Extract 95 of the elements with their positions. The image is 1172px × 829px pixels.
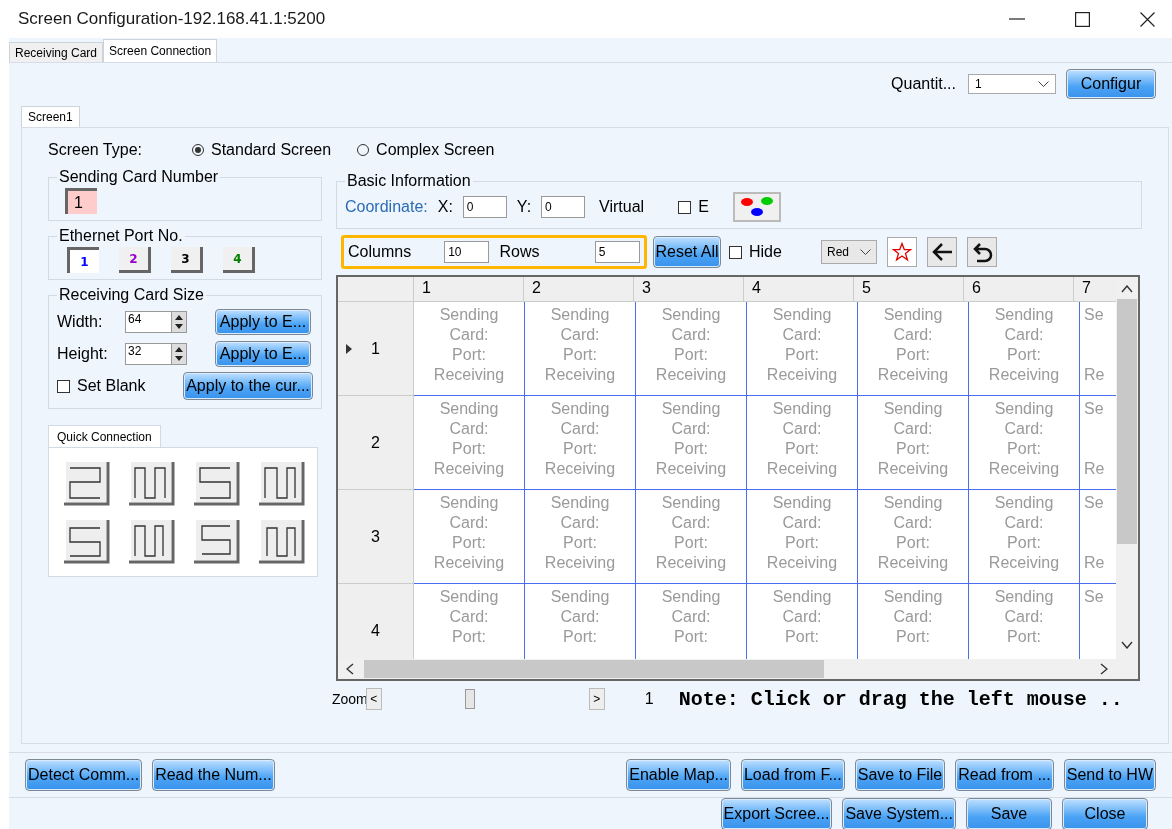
group-title: Sending Card Number — [58, 168, 220, 186]
height-label: Height: — [57, 345, 109, 363]
rows-input[interactable]: 5 — [594, 241, 640, 263]
row-header[interactable]: 3 — [338, 490, 414, 584]
port-button[interactable]: 4 — [223, 247, 255, 273]
coordinate-label: Coordinate: — [345, 198, 428, 216]
star-icon — [892, 242, 912, 262]
star-button[interactable] — [887, 237, 917, 267]
port-button[interactable]: 2 — [119, 247, 151, 273]
e-checkbox[interactable]: E — [678, 198, 709, 216]
undo-icon — [971, 241, 993, 263]
zoom-out-button[interactable]: < — [365, 688, 382, 710]
group-title: Receiving Card Size — [58, 286, 205, 304]
wiring-pattern-icon[interactable] — [256, 460, 305, 506]
footer-button[interactable]: Export Scree... — [720, 798, 833, 829]
quick-connection-tab[interactable]: Quick Connection — [48, 425, 161, 447]
row-header[interactable]: 4 — [338, 584, 414, 659]
color-dots-button[interactable] — [732, 192, 781, 222]
group-title: Ethernet Port No. — [58, 227, 184, 245]
vertical-scrollbar[interactable] — [1116, 277, 1138, 679]
action-button[interactable]: Read the Num... — [152, 759, 275, 791]
quantity-dropdown[interactable]: 1 — [968, 74, 1056, 94]
action-button[interactable]: Detect Comm... — [25, 759, 143, 791]
apply-button[interactable]: Apply to E... — [215, 309, 311, 335]
configure-button[interactable]: Configur — [1066, 69, 1156, 99]
tab[interactable]: Receiving Card — [9, 42, 104, 62]
footer-button[interactable]: Close — [1062, 798, 1148, 829]
column-header: 1 — [414, 277, 524, 301]
apply-current-button[interactable]: Apply to the cur... — [183, 372, 313, 400]
tab[interactable]: Screen Connection — [103, 39, 218, 62]
wiring-pattern-icon[interactable] — [126, 518, 175, 564]
rows-label: Rows — [499, 243, 541, 261]
spin-arrows-icon[interactable] — [171, 344, 186, 364]
column-header: 7 — [1081, 278, 1092, 298]
wiring-pattern-icon[interactable] — [126, 460, 175, 506]
chevron-down-icon — [860, 248, 871, 256]
x-input[interactable]: 0 — [462, 196, 507, 218]
spin-arrows-icon[interactable] — [171, 312, 186, 332]
window-title: Screen Configuration-192.168.41.1:5200 — [18, 9, 326, 29]
slider-thumb[interactable] — [464, 689, 475, 709]
screen-tab[interactable]: Screen1 — [21, 106, 80, 127]
left-arrow-icon — [931, 242, 953, 262]
color-dropdown[interactable]: Red — [821, 240, 877, 264]
y-label: Y: — [516, 198, 532, 216]
group-title: Basic Information — [346, 172, 472, 190]
sending-card-button[interactable]: 1 — [65, 188, 97, 214]
wiring-pattern-icon[interactable] — [191, 460, 240, 506]
port-button[interactable]: 1 — [67, 247, 99, 273]
wiring-pattern-icon[interactable] — [191, 518, 240, 564]
chevron-left-icon[interactable] — [346, 663, 354, 675]
hide-checkbox[interactable]: Hide — [729, 243, 815, 261]
file-button[interactable]: Enable Map... — [626, 759, 731, 791]
file-button[interactable]: Send to HW — [1063, 759, 1156, 791]
file-button[interactable]: Read from ... — [955, 759, 1054, 791]
footer-button[interactable]: Save — [966, 798, 1052, 829]
undo-button[interactable] — [967, 237, 997, 267]
columns-input[interactable]: 10 — [444, 241, 490, 263]
set-blank-checkbox[interactable]: Set Blank — [57, 377, 146, 395]
note-text: Note: Click or drag the left mouse .. — [678, 687, 1123, 711]
wiring-pattern-icon[interactable] — [61, 518, 110, 564]
x-label: X: — [437, 198, 453, 216]
column-header: 2 — [524, 277, 634, 301]
chevron-right-icon[interactable] — [1100, 663, 1108, 675]
chevron-down-icon — [1038, 80, 1049, 88]
y-input[interactable]: 0 — [541, 196, 586, 218]
zoom-in-button[interactable]: > — [588, 688, 605, 710]
screen-type-label: Screen Type: — [48, 141, 143, 159]
width-label: Width: — [57, 313, 104, 331]
apply-button[interactable]: Apply to E... — [215, 341, 311, 367]
chevron-down-icon[interactable] — [1121, 641, 1133, 649]
wiring-pattern-icon[interactable] — [61, 460, 110, 506]
close-icon[interactable] — [1140, 11, 1155, 27]
height-spinbox[interactable]: 32 — [125, 343, 187, 365]
horizontal-scrollbar[interactable] — [338, 659, 1116, 679]
back-button[interactable] — [927, 237, 957, 267]
row-header[interactable]: 2 — [338, 396, 414, 490]
columns-label: Columns — [348, 243, 413, 261]
footer-button[interactable]: Save System... — [842, 798, 956, 829]
color-dots-icon — [739, 196, 774, 218]
file-button[interactable]: Load from F... — [740, 759, 845, 791]
quantity-label: Quantit... — [891, 75, 956, 93]
zoom-value: 1 — [644, 690, 655, 708]
reset-all-button[interactable]: Reset All — [653, 236, 721, 268]
column-header: 6 — [964, 277, 1074, 301]
chevron-up-icon[interactable] — [1121, 285, 1133, 293]
row-header[interactable]: 1 — [338, 302, 414, 396]
wiring-pattern-icon[interactable] — [256, 518, 305, 564]
column-header: 5 — [854, 277, 964, 301]
column-header: 3 — [634, 277, 744, 301]
maximize-icon[interactable] — [1075, 11, 1090, 27]
column-header: 4 — [744, 277, 854, 301]
virtual-label: Virtual — [599, 198, 645, 216]
file-button[interactable]: Save to File — [854, 759, 946, 791]
width-spinbox[interactable]: 64 — [125, 311, 187, 333]
port-button[interactable]: 3 — [171, 247, 203, 273]
